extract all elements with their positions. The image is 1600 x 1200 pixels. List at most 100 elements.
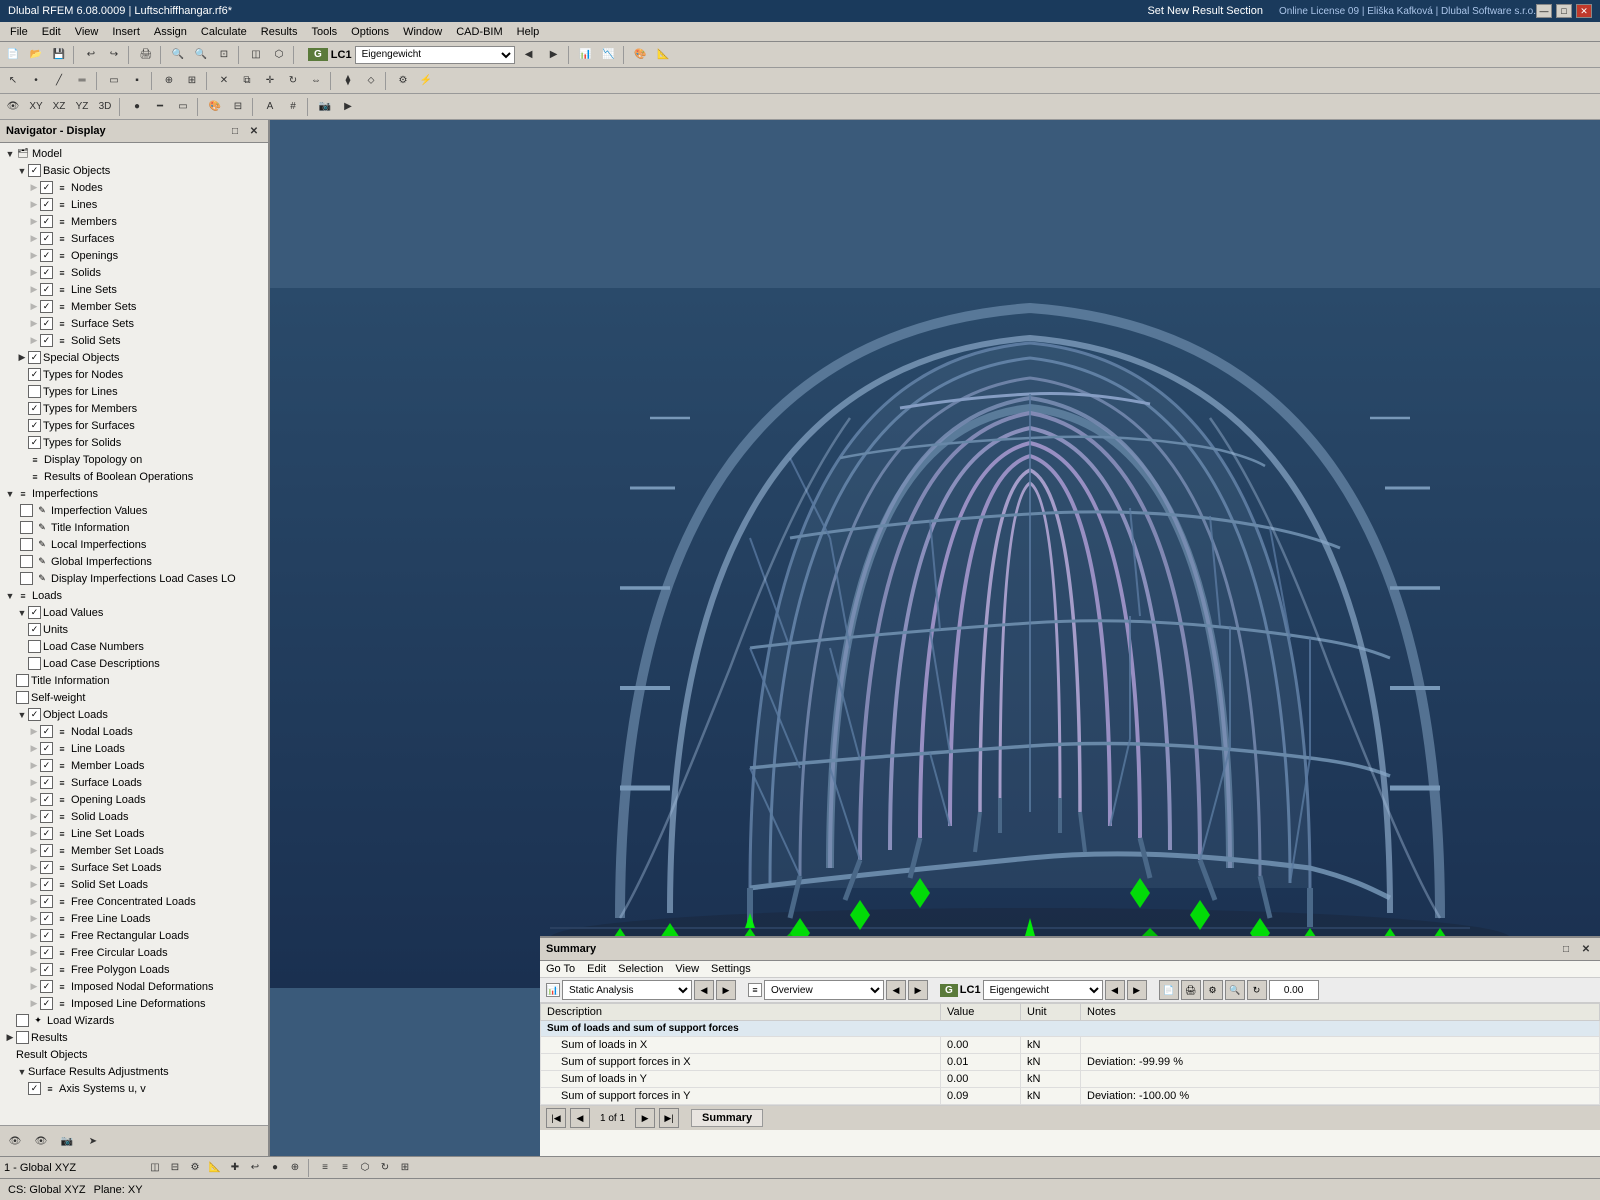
tb-lc-next[interactable]: ▶	[543, 44, 565, 66]
summary-menu-goto[interactable]: Go To	[546, 963, 575, 975]
expand-model[interactable]: ▼	[4, 148, 16, 160]
tree-item-lines[interactable]: ▶ ≡ Lines	[0, 196, 268, 213]
status-icon12[interactable]: ↻	[376, 1159, 394, 1177]
tb2-mirror[interactable]: ⇔	[305, 70, 327, 92]
page-next-btn[interactable]: ▶	[635, 1108, 655, 1128]
status-icon3[interactable]: ⚙	[186, 1159, 204, 1177]
tree-item-basic-objects[interactable]: ▼ Basic Objects	[0, 162, 268, 179]
cb-member-sets[interactable]	[40, 300, 53, 313]
tb3-numbers[interactable]: #	[282, 96, 304, 118]
tb3-animate[interactable]: ▶	[337, 96, 359, 118]
cb-results[interactable]	[16, 1031, 29, 1044]
maximize-button[interactable]: □	[1556, 4, 1572, 18]
tree-item-openings[interactable]: ▶ ≡ Openings	[0, 247, 268, 264]
tree-item-axis-systems[interactable]: ≡ Axis Systems u, v	[0, 1080, 268, 1097]
tb2-add-surface[interactable]: ▭	[103, 70, 125, 92]
summary-lc-prev-btn[interactable]: ◀	[1105, 980, 1125, 1000]
expand-nodal-loads[interactable]: ▶	[28, 726, 40, 738]
expand-results[interactable]: ▶	[4, 1032, 16, 1044]
expand-line-sets[interactable]: ▶	[28, 284, 40, 296]
cb-types-lines[interactable]	[28, 385, 41, 398]
expand-openings[interactable]: ▶	[28, 250, 40, 262]
cb-surface-sets[interactable]	[40, 317, 53, 330]
cb-display-imperfections[interactable]	[20, 572, 33, 585]
tree-item-free-polygon-loads[interactable]: ▶ ≡ Free Polygon Loads	[0, 961, 268, 978]
cb-nodes[interactable]	[40, 181, 53, 194]
close-button[interactable]: ✕	[1576, 4, 1592, 18]
menu-window[interactable]: Window	[397, 24, 448, 40]
tb3-show-members[interactable]: ━	[149, 96, 171, 118]
tree-item-line-set-loads[interactable]: ▶ ≡ Line Set Loads	[0, 825, 268, 842]
nav-pin-btn[interactable]: □	[227, 123, 243, 139]
tree-item-solid-loads[interactable]: ▶ ≡ Solid Loads	[0, 808, 268, 825]
page-first-btn[interactable]: |◀	[546, 1108, 566, 1128]
tree-item-solid-sets[interactable]: ▶ ≡ Solid Sets	[0, 332, 268, 349]
cb-types-solids[interactable]	[28, 436, 41, 449]
cb-imperfection-values[interactable]	[20, 504, 33, 517]
tb3-display[interactable]: 👁	[2, 96, 24, 118]
summary-menu-settings[interactable]: Settings	[711, 963, 751, 975]
cb-line-sets[interactable]	[40, 283, 53, 296]
expand-free-concentrated[interactable]: ▶	[28, 896, 40, 908]
expand-opening-loads[interactable]: ▶	[28, 794, 40, 806]
summary-menu-selection[interactable]: Selection	[618, 963, 663, 975]
cb-free-polygon-loads[interactable]	[40, 963, 53, 976]
page-last-btn[interactable]: ▶|	[659, 1108, 679, 1128]
expand-free-rect-loads[interactable]: ▶	[28, 930, 40, 942]
tb2-load-case[interactable]: ⧫	[337, 70, 359, 92]
cb-imposed-nodal[interactable]	[40, 980, 53, 993]
tb2-add-member[interactable]: ═	[71, 70, 93, 92]
menu-insert[interactable]: Insert	[106, 24, 146, 40]
summary-refresh-btn[interactable]: ↻	[1247, 980, 1267, 1000]
tb2-add-node[interactable]: •	[25, 70, 47, 92]
cb-lines[interactable]	[40, 198, 53, 211]
cb-openings[interactable]	[40, 249, 53, 262]
status-icon10[interactable]: ≡	[336, 1159, 354, 1177]
summary-close-btn[interactable]: ✕	[1578, 941, 1594, 957]
tb2-grid[interactable]: ⊞	[181, 70, 203, 92]
cb-title-information[interactable]	[20, 521, 33, 534]
tb-print[interactable]: 🖨	[135, 44, 157, 66]
tb-results-on[interactable]: 📊	[575, 44, 597, 66]
tb3-show-nodes[interactable]: ●	[126, 96, 148, 118]
expand-solids[interactable]: ▶	[28, 267, 40, 279]
tree-item-loads[interactable]: ▼ ≡ Loads	[0, 587, 268, 604]
tb-new[interactable]: 📄	[2, 44, 24, 66]
cb-member-set-loads[interactable]	[40, 844, 53, 857]
nav-close-btn[interactable]: ✕	[246, 123, 262, 139]
summary-menu-edit[interactable]: Edit	[587, 963, 606, 975]
cb-global-imperfections[interactable]	[20, 555, 33, 568]
expand-surface-set-loads[interactable]: ▶	[28, 862, 40, 874]
tree-item-object-loads[interactable]: ▼ Object Loads	[0, 706, 268, 723]
tree-item-model[interactable]: ▼ 🗂 Model	[0, 145, 268, 162]
tb-save[interactable]: 💾	[48, 44, 70, 66]
cb-load-wizards[interactable]	[16, 1014, 29, 1027]
menu-help[interactable]: Help	[511, 24, 546, 40]
menu-view[interactable]: View	[69, 24, 105, 40]
tb2-calc[interactable]: ⚙	[392, 70, 414, 92]
tb2-delete[interactable]: ✕	[213, 70, 235, 92]
tree-item-load-case-descriptions[interactable]: Load Case Descriptions	[0, 655, 268, 672]
tree-item-surface-set-loads[interactable]: ▶ ≡ Surface Set Loads	[0, 859, 268, 876]
menu-calculate[interactable]: Calculate	[195, 24, 253, 40]
analysis-next-btn[interactable]: ▶	[716, 980, 736, 1000]
cb-nodal-loads[interactable]	[40, 725, 53, 738]
nav-icon-arrow[interactable]: ➤	[82, 1130, 104, 1152]
summary-filter-btn[interactable]: 🔍	[1225, 980, 1245, 1000]
tb2-add-line[interactable]: ╱	[48, 70, 70, 92]
tb3-show-surfaces[interactable]: ▭	[172, 96, 194, 118]
menu-tools[interactable]: Tools	[305, 24, 343, 40]
expand-free-line-loads[interactable]: ▶	[28, 913, 40, 925]
expand-object-loads[interactable]: ▼	[16, 709, 28, 721]
cb-types-nodes[interactable]	[28, 368, 41, 381]
load-case-combo[interactable]: Eigengewicht	[355, 46, 515, 64]
tree-item-results[interactable]: ▶ Results	[0, 1029, 268, 1046]
tree-item-types-nodes[interactable]: ▶ Types for Nodes	[0, 366, 268, 383]
tb-lc-prev[interactable]: ◀	[518, 44, 540, 66]
tree-item-types-lines[interactable]: ▶ Types for Lines	[0, 383, 268, 400]
tree-item-load-case-numbers[interactable]: Load Case Numbers	[0, 638, 268, 655]
cb-members[interactable]	[40, 215, 53, 228]
summary-export-btn[interactable]: 📄	[1159, 980, 1179, 1000]
cb-surfaces[interactable]	[40, 232, 53, 245]
expand-load-values[interactable]: ▼	[16, 607, 28, 619]
